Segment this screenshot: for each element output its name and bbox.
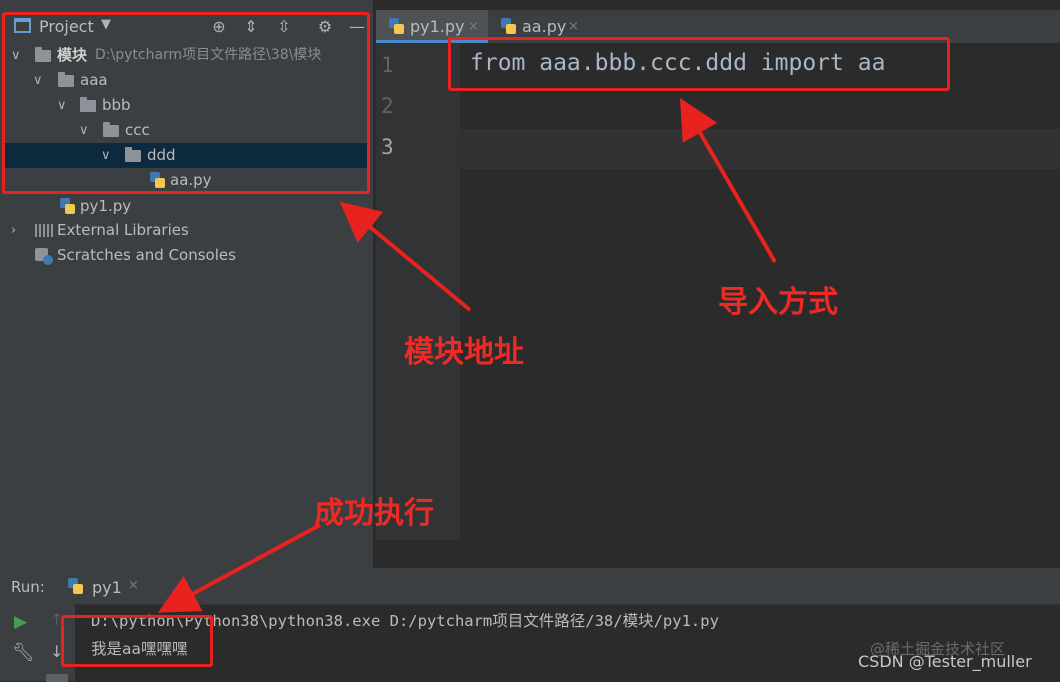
arrow-to-tree [339,201,472,312]
annotation-arrows [157,98,777,613]
arrow-to-output [157,523,321,613]
arrow-to-code [679,98,777,264]
watermark-csdn: CSDN @Tester_muller [858,652,1032,671]
